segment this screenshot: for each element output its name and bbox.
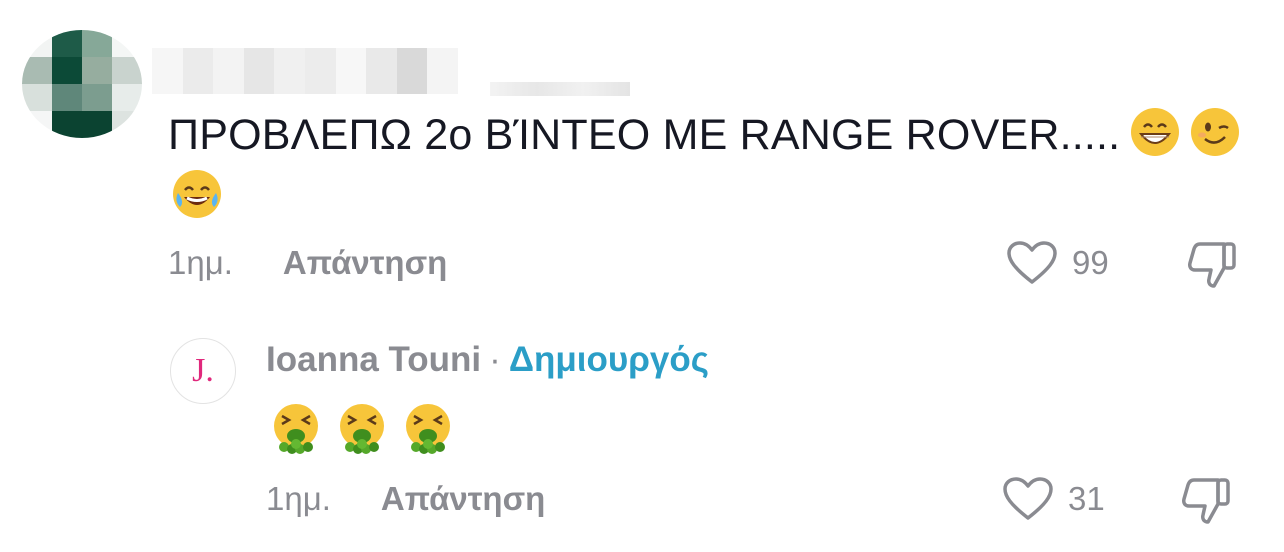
tears-of-joy-emoji-icon xyxy=(172,169,222,219)
reply-meta: 1ημ. Απάντηση xyxy=(266,480,545,518)
reply-time: 1ημ. xyxy=(266,480,331,517)
thumbs-down-icon xyxy=(1182,478,1230,524)
comment-emoji-line xyxy=(168,166,1258,228)
comment-meta: 1ημ. Απάντηση xyxy=(168,244,447,282)
vomiting-face-emoji-icon xyxy=(270,402,322,454)
creator-avatar-dot: . xyxy=(205,352,214,389)
comment-body: ΠΡΟΒΛΕΠΩ 2ο ΒΊΝΤΕΟ ΜΕ RANGE ROVER..... xyxy=(168,104,1258,228)
reply-reply-button[interactable]: Απάντηση xyxy=(381,480,545,517)
reply-like-button[interactable]: 31 xyxy=(1002,476,1105,522)
heart-icon xyxy=(1007,241,1057,284)
comment-time: 1ημ. xyxy=(168,244,233,281)
reply-like-count: 31 xyxy=(1068,480,1105,517)
comment-reply-button[interactable]: Απάντηση xyxy=(283,244,447,281)
commenter-username-redacted-tail xyxy=(490,82,630,96)
heart-icon xyxy=(1003,477,1053,520)
winking-face-emoji-icon xyxy=(1190,107,1240,157)
reply-body xyxy=(270,402,454,454)
comment-like-button[interactable]: 99 xyxy=(1006,240,1109,286)
thumbs-down-icon xyxy=(1188,242,1236,288)
creator-avatar[interactable]: J. xyxy=(170,338,236,404)
commenter-avatar[interactable] xyxy=(22,30,142,138)
commenter-username-redacted[interactable] xyxy=(152,48,458,94)
comment-text: ΠΡΟΒΛΕΠΩ 2ο ΒΊΝΤΕΟ ΜΕ RANGE ROVER..... xyxy=(168,111,1121,159)
grinning-face-emoji-icon xyxy=(1130,107,1180,157)
comment-dislike-button[interactable] xyxy=(1186,240,1238,295)
creator-badge: Δημιουργός xyxy=(508,340,709,379)
reply-separator: · xyxy=(489,340,501,379)
comment-like-count: 99 xyxy=(1072,244,1109,281)
reply-author[interactable]: Ioanna Touni xyxy=(266,340,481,379)
reply-dislike-button[interactable] xyxy=(1180,476,1232,531)
vomiting-face-emoji-icon xyxy=(336,402,388,454)
creator-avatar-letter: J xyxy=(192,352,206,389)
reply-header: Ioanna Touni · Δημιουργός xyxy=(266,340,709,380)
vomiting-face-emoji-icon xyxy=(402,402,454,454)
